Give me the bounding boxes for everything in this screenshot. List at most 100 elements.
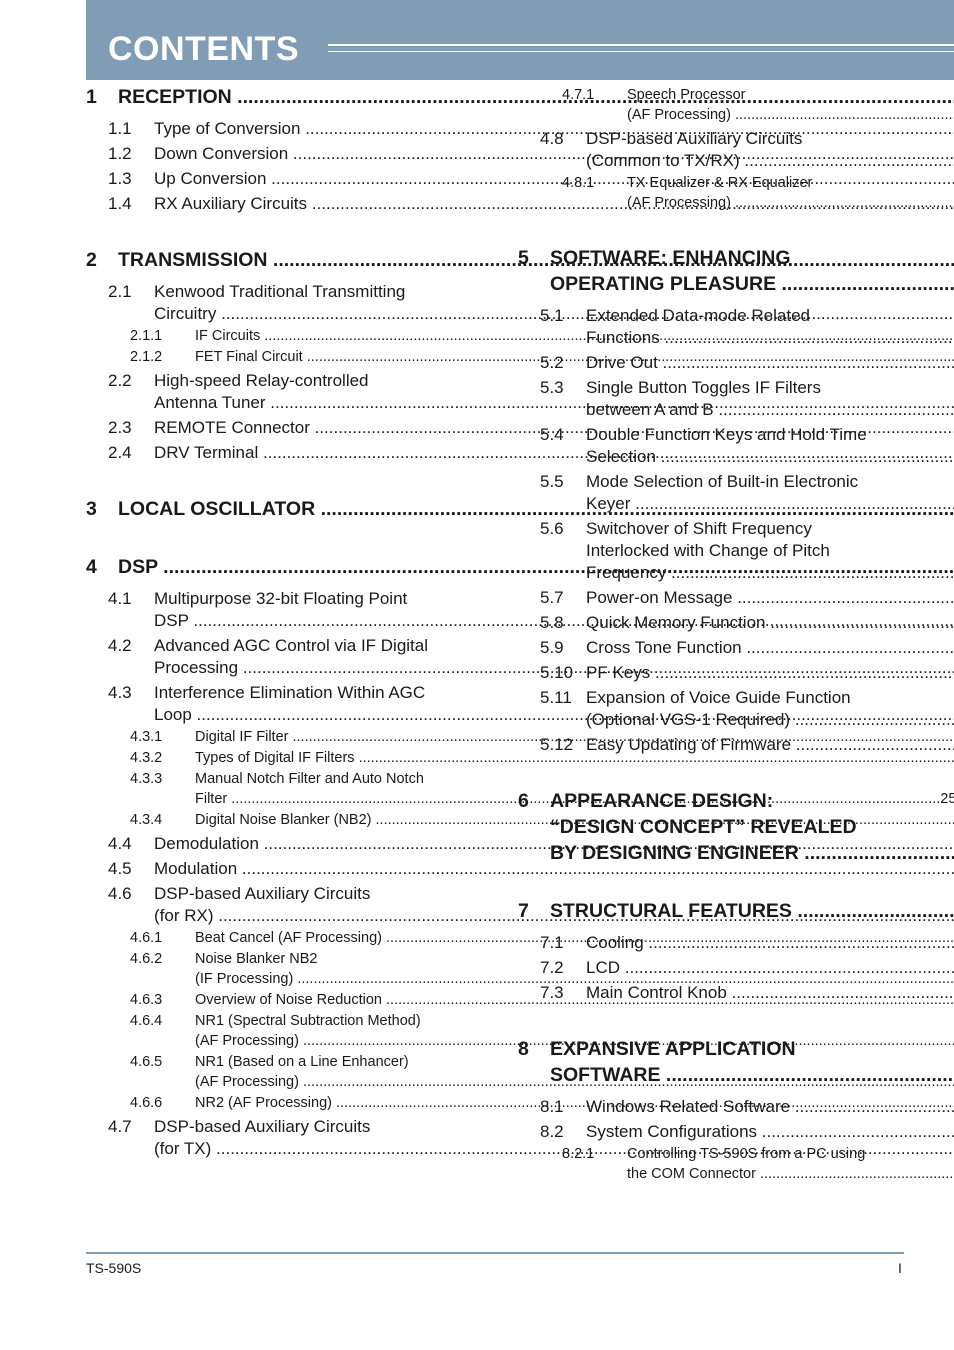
toc-entry-1-2[interactable]: 1.2Down Conversion3 — [86, 143, 954, 165]
toc-entry-title-line: (AF Processing) — [627, 107, 954, 123]
toc-entry-title-line: Quick Memory Function — [586, 613, 954, 632]
toc-entry-number: 1.2 — [108, 144, 132, 163]
toc-entry-number: 8 — [518, 1038, 529, 1060]
toc-entry-title: Switchover of Shift Frequency Interlocked… — [586, 518, 954, 584]
toc-entry-number: 5.6 — [540, 519, 564, 538]
toc-entry-8[interactable]: 8EXPANSIVE APPLICATIONSOFTWARE52 — [518, 1036, 954, 1088]
toc-entry-5-8[interactable]: 5.8 Quick Memory Function42 — [518, 612, 954, 634]
toc-entry-5-5[interactable]: 5.5 Mode Selection of Built-in Electronic… — [518, 471, 954, 515]
toc-entry-4-8-1[interactable]: 4.8.1 TX Equalizer & RX Equalizer (AF Proc… — [518, 173, 954, 213]
toc-entry-title: Drive Out39 — [586, 352, 954, 374]
toc-entry-5-1[interactable]: 5.1 Extended Data-mode RelatedFunctions38 — [518, 305, 954, 349]
toc-entry-7[interactable]: 7 STRUCTURAL FEATURES47 — [518, 898, 954, 924]
toc-entry-1-4[interactable]: 1.4RX Auxiliary Circuits9 — [86, 193, 954, 215]
toc-entry-title-line: Controlling TS-590S from a PC using — [627, 1146, 866, 1162]
toc-entry-5[interactable]: 5SOFTWARE: ENHANCINGOPERATING PLEASURE38 — [518, 245, 954, 297]
toc-entry-1[interactable]: 1RECEPTION1 — [86, 84, 954, 110]
toc-entry-3[interactable]: 3LOCAL OSCILLATOR19 — [86, 496, 954, 522]
toc-entry-7-2[interactable]: 7.2 LCD50 — [518, 957, 954, 979]
toc-entry-number: 7.3 — [540, 983, 564, 1002]
toc-entry-4-5[interactable]: 4.5Modulation28 — [86, 858, 954, 880]
toc-entry-title-line: Mode Selection of Built-in Electronic — [586, 472, 859, 491]
toc-entry-4-4[interactable]: 4.4Demodulation27 — [86, 833, 954, 855]
footer-divider — [86, 1252, 904, 1254]
footer-model: TS-590S — [86, 1260, 142, 1276]
toc-entry-5-7[interactable]: 5.7 Power-on Message41 — [518, 587, 954, 609]
toc-entry-2-2[interactable]: 2.2 High-speed Relay-controlled Antenna Tu… — [86, 370, 954, 414]
toc-entry-2-1-1[interactable]: 2.1.1IF Circuits11 — [86, 326, 954, 346]
toc-entry-number: 2.1 — [108, 282, 132, 301]
toc-entry-title: Single Button Toggles IF Filters between … — [586, 377, 954, 421]
toc-entry-number: 7.1 — [540, 933, 564, 952]
toc-entry-8-2-1[interactable]: 8.2.1 Controlling TS-590S from a PC using… — [518, 1144, 954, 1184]
toc-entry-4-8[interactable]: 4.8 DSP-based Auxiliary Circuits (Common t… — [518, 128, 954, 172]
toc-entry-7-1[interactable]: 7.1 Cooling47 — [518, 932, 954, 954]
toc-entry-title: PF Keys42 — [586, 662, 954, 684]
toc-entry-2-3[interactable]: 2.3REMOTE Connector13 — [86, 417, 954, 439]
toc-entry-title-line: Interlocked with Change of Pitch — [586, 541, 830, 560]
toc-entry-title-line: Cross Tone Function — [586, 638, 954, 657]
toc-entry-number: 5.2 — [540, 353, 564, 372]
toc-entry-4-3-3[interactable]: 4.3.3 Manual Notch Filter and Auto Notch F… — [86, 769, 954, 809]
toc-entry-title-line: PF Keys — [586, 663, 954, 682]
toc-entry-number: 3 — [86, 498, 97, 520]
toc-entry-number: 5.9 — [540, 638, 564, 657]
toc-entry-title-line: LCD — [586, 958, 954, 977]
toc-entry-number: 5.11 — [540, 688, 572, 707]
toc-entry-4-3[interactable]: 4.3 Interference Elimination Within AGC Lo… — [86, 682, 954, 726]
toc-entry-title-line: Switchover of Shift Frequency — [586, 519, 812, 538]
toc-entry-1-1[interactable]: 1.1Type of Conversion1 — [86, 118, 954, 140]
toc-entry-number: 4.6 — [108, 884, 132, 903]
toc-entry-title: TX Equalizer & RX Equalizer (AF Processin… — [627, 173, 954, 213]
toc-entry-title: STRUCTURAL FEATURES47 — [550, 898, 954, 924]
toc-entry-7-3[interactable]: 7.3 Main Control Knob51 — [518, 982, 954, 1004]
toc-entry-2[interactable]: 2TRANSMISSION11 — [86, 247, 954, 273]
toc-entry-number: 4.3.4 — [130, 812, 163, 828]
toc-entry-title: Extended Data-mode RelatedFunctions38 — [586, 305, 954, 349]
toc-entry-4-6-6[interactable]: 4.6.6NR2 (AF Processing)35 — [86, 1093, 954, 1113]
toc-entry-number: 5.1 — [540, 306, 564, 325]
toc-entry-5-3[interactable]: 5.3 Single Button Toggles IF Filters betwe… — [518, 377, 954, 421]
toc-entry-number: 4.8 — [540, 129, 564, 148]
toc-entry-5-4[interactable]: 5.4 Double Function Keys and Hold Time Sel… — [518, 424, 954, 468]
toc-entry-title-line: Selection — [586, 447, 954, 466]
toc-entry-number: 2.1.2 — [130, 349, 163, 365]
toc-entry-title-line: BY DESIGNING ENGINEER — [550, 842, 954, 864]
toc-entry-8-1[interactable]: 8.1 Windows Related Software52 — [518, 1096, 954, 1118]
toc-entry-2-1[interactable]: 2.1 Kenwood Traditional Transmitting Circu… — [86, 281, 954, 325]
toc-entry-4-6-1[interactable]: 4.6.1Beat Cancel (AF Processing)29 — [86, 928, 954, 948]
toc-entry-2-1-2[interactable]: 2.1.2FET Final Circuit11 — [86, 347, 954, 367]
toc-entry-4-6-5[interactable]: 4.6.5 NR1 (Based on a Line Enhancer) (AF P… — [86, 1052, 954, 1092]
toc-entry-title: Speech Processor(AF Processing)36 — [627, 85, 954, 125]
toc-entry-number: 1.3 — [108, 169, 132, 188]
toc-entry-number: 5.4 — [540, 425, 564, 444]
toc-entry-5-10[interactable]: 5.10 PF Keys42 — [518, 662, 954, 684]
toc-entry-title-line: STRUCTURAL FEATURES — [550, 900, 954, 922]
toc-entry-4-6[interactable]: 4.6DSP-based Auxiliary Circuits(for RX)2… — [86, 883, 954, 927]
toc-entry-4-7[interactable]: 4.7DSP-based Auxiliary Circuits(for TX)3… — [86, 1116, 954, 1160]
toc-entry-title: Mode Selection of Built-in Electronic Key… — [586, 471, 954, 515]
toc-entry-4-6-2[interactable]: 4.6.2Noise Blanker NB2(IF Processing)30 — [86, 949, 954, 989]
toc-entry-8-2[interactable]: 8.2 System Configurations52 — [518, 1121, 954, 1143]
toc-entry-5-11[interactable]: 5.11 Expansion of Voice Guide Function (Op… — [518, 687, 954, 731]
toc-entry-6[interactable]: 6 APPEARANCE DESIGN: “DESIGN CONCEPT” REVE… — [518, 788, 954, 866]
toc-entry-4-2[interactable]: 4.2 Advanced AGC Control via IF Digital Pr… — [86, 635, 954, 679]
toc-entry-4-3-1[interactable]: 4.3.1Digital IF Filter23 — [86, 727, 954, 747]
toc-entry-4-6-3[interactable]: 4.6.3Overview of Noise Reduction31 — [86, 990, 954, 1010]
toc-entry-number: 5.8 — [540, 613, 564, 632]
toc-entry-4-7-1[interactable]: 4.7.1Speech Processor(AF Processing)36 — [518, 85, 954, 125]
toc-entry-4-6-4[interactable]: 4.6.4 NR1 (Spectral Subtraction Method) (A… — [86, 1011, 954, 1051]
toc-entry-1-3[interactable]: 1.3Up Conversion8 — [86, 168, 954, 190]
toc-entry-4-1[interactable]: 4.1 Multipurpose 32-bit Floating Point DSP… — [86, 588, 954, 632]
toc-entry-4[interactable]: 4DSP20 — [86, 554, 954, 580]
toc-entry-5-12[interactable]: 5.12 Easy Updating of Firmware45 — [518, 734, 954, 756]
toc-entry-2-4[interactable]: 2.4DRV Terminal15 — [86, 442, 954, 464]
toc-entry-number: 4.1 — [108, 589, 132, 608]
toc-entry-title: Quick Memory Function42 — [586, 612, 954, 634]
toc-entry-5-9[interactable]: 5.9 Cross Tone Function42 — [518, 637, 954, 659]
toc-entry-4-3-4[interactable]: 4.3.4Digital Noise Blanker (NB2)26 — [86, 810, 954, 830]
toc-entry-5-2[interactable]: 5.2 Drive Out39 — [518, 352, 954, 374]
toc-entry-5-6[interactable]: 5.6 Switchover of Shift Frequency Interloc… — [518, 518, 954, 584]
toc-entry-4-3-2[interactable]: 4.3.2Types of Digital IF Filters24 — [86, 748, 954, 768]
toc-entry-number: 4.6.2 — [130, 951, 163, 967]
